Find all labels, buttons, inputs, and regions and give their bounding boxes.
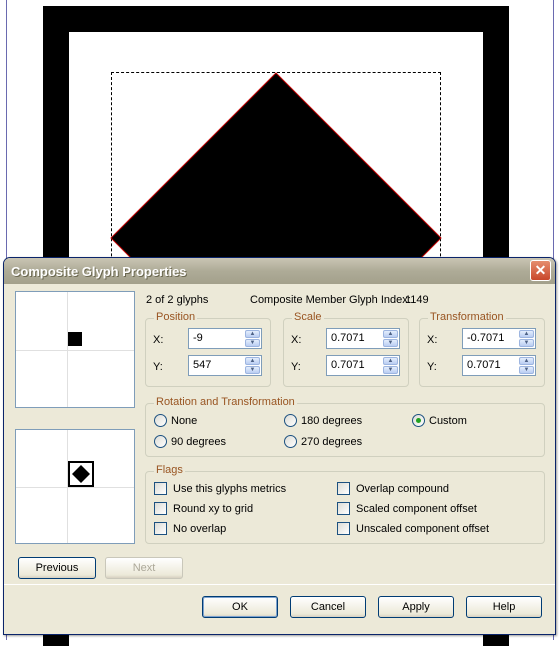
radio-270-degrees[interactable] [284, 435, 297, 448]
spin-down-icon[interactable]: ▼ [519, 366, 534, 374]
transformation-y-spinner[interactable]: 0.7071 ▲ ▼ [462, 355, 536, 376]
checkbox-round-xy-to-grid[interactable] [154, 502, 167, 515]
checkbox-overlap-compound[interactable] [337, 482, 350, 495]
component-preview [15, 291, 135, 408]
position-x-label: X: [153, 334, 164, 346]
next-button[interactable]: Next [105, 557, 183, 579]
preview-grid-line [16, 350, 134, 351]
checkbox-scaled-component-offset[interactable] [337, 502, 350, 515]
scale-x-label: X: [291, 334, 302, 346]
transformation-legend: Transformation [428, 311, 506, 323]
checkbox-unscaled-component-offset[interactable] [337, 522, 350, 535]
member-index-label: Composite Member Glyph Index: [250, 294, 411, 306]
ok-button[interactable]: OK [202, 596, 278, 618]
rotation-legend: Rotation and Transformation [154, 396, 297, 408]
position-y-spinner[interactable]: 547 ▲ ▼ [188, 355, 262, 376]
scale-x-value: 0.7071 [331, 332, 365, 344]
radio-none[interactable] [154, 414, 167, 427]
position-y-label: Y: [153, 361, 163, 373]
spin-up-icon[interactable]: ▲ [383, 357, 398, 365]
radio-custom-label[interactable]: Custom [429, 415, 467, 427]
spin-down-icon[interactable]: ▼ [519, 339, 534, 347]
radio-custom[interactable] [412, 414, 425, 427]
dialog-title: Composite Glyph Properties [11, 263, 187, 279]
position-x-value: -9 [193, 332, 203, 344]
checkbox-scaled-component-offset-label[interactable]: Scaled component offset [356, 503, 477, 515]
flags-group: Flags Use this glyphs metrics Overlap co… [145, 464, 545, 544]
flags-legend: Flags [154, 464, 185, 476]
checkbox-no-overlap-label[interactable]: No overlap [173, 523, 226, 535]
checkbox-use-glyph-metrics[interactable] [154, 482, 167, 495]
transformation-x-spinner[interactable]: -0.7071 ▲ ▼ [462, 328, 536, 349]
apply-button-label: Apply [402, 601, 430, 613]
spin-up-icon[interactable]: ▲ [383, 330, 398, 338]
previous-button[interactable]: Previous [18, 557, 96, 579]
cancel-button[interactable]: Cancel [290, 596, 366, 618]
checkbox-no-overlap[interactable] [154, 522, 167, 535]
scale-y-value: 0.7071 [331, 359, 365, 371]
next-button-label: Next [132, 562, 156, 574]
ok-button-label: OK [232, 601, 248, 613]
transformation-group: Transformation X: -0.7071 ▲ ▼ Y: 0.7071 ▲… [419, 311, 545, 387]
position-y-value: 547 [193, 359, 212, 371]
position-group: Position X: -9 ▲ ▼ Y: 547 ▲ ▼ [145, 311, 271, 387]
composite-preview [15, 429, 135, 544]
transformation-y-label: Y: [427, 361, 437, 373]
spin-down-icon[interactable]: ▼ [383, 366, 398, 374]
radio-90-degrees-label[interactable]: 90 degrees [171, 436, 226, 448]
transformation-x-label: X: [427, 334, 438, 346]
spin-down-icon[interactable]: ▼ [245, 366, 260, 374]
preview-grid-line [16, 487, 134, 488]
checkbox-round-xy-to-grid-label[interactable]: Round xy to grid [173, 503, 253, 515]
transformation-y-value: 0.7071 [467, 359, 501, 371]
radio-180-degrees-label[interactable]: 180 degrees [301, 415, 362, 427]
scale-y-label: Y: [291, 361, 301, 373]
scale-group: Scale X: 0.7071 ▲ ▼ Y: 0.7071 ▲ ▼ [283, 311, 409, 387]
radio-270-degrees-label[interactable]: 270 degrees [301, 436, 362, 448]
small-square-glyph [68, 332, 82, 346]
rotation-group: Rotation and Transformation None 180 deg… [145, 396, 545, 457]
composite-glyph-dialog: Composite Glyph Properties ✕ 2 of 2 glyp… [3, 257, 556, 635]
position-x-spinner[interactable]: -9 ▲ ▼ [188, 328, 262, 349]
spin-down-icon[interactable]: ▼ [383, 339, 398, 347]
transformation-x-value: -0.7071 [467, 332, 505, 344]
spin-up-icon[interactable]: ▲ [519, 357, 534, 365]
position-legend: Position [154, 311, 198, 323]
close-button[interactable]: ✕ [530, 260, 551, 281]
spin-up-icon[interactable]: ▲ [245, 357, 260, 365]
dialog-titlebar[interactable]: Composite Glyph Properties ✕ [4, 258, 555, 284]
scale-legend: Scale [292, 311, 324, 323]
scale-x-spinner[interactable]: 0.7071 ▲ ▼ [326, 328, 400, 349]
help-button[interactable]: Help [466, 596, 542, 618]
checkbox-unscaled-component-offset-label[interactable]: Unscaled component offset [356, 523, 489, 535]
scale-y-spinner[interactable]: 0.7071 ▲ ▼ [326, 355, 400, 376]
glyph-count: 2 of 2 glyphs [146, 294, 209, 306]
previous-button-label: Previous [35, 562, 79, 574]
member-index-value: 1149 [405, 294, 429, 306]
diamond-in-square-glyph [68, 461, 94, 487]
spin-up-icon[interactable]: ▲ [519, 330, 534, 338]
help-button-label: Help [492, 601, 516, 613]
close-icon: ✕ [534, 262, 547, 278]
spin-up-icon[interactable]: ▲ [245, 330, 260, 338]
checkbox-overlap-compound-label[interactable]: Overlap compound [356, 483, 449, 495]
radio-none-label[interactable]: None [171, 415, 197, 427]
button-bar-divider [4, 584, 555, 585]
apply-button[interactable]: Apply [378, 596, 454, 618]
spin-down-icon[interactable]: ▼ [245, 339, 260, 347]
cancel-button-label: Cancel [310, 601, 346, 613]
checkbox-use-glyph-metrics-label[interactable]: Use this glyphs metrics [173, 483, 286, 495]
radio-180-degrees[interactable] [284, 414, 297, 427]
radio-90-degrees[interactable] [154, 435, 167, 448]
